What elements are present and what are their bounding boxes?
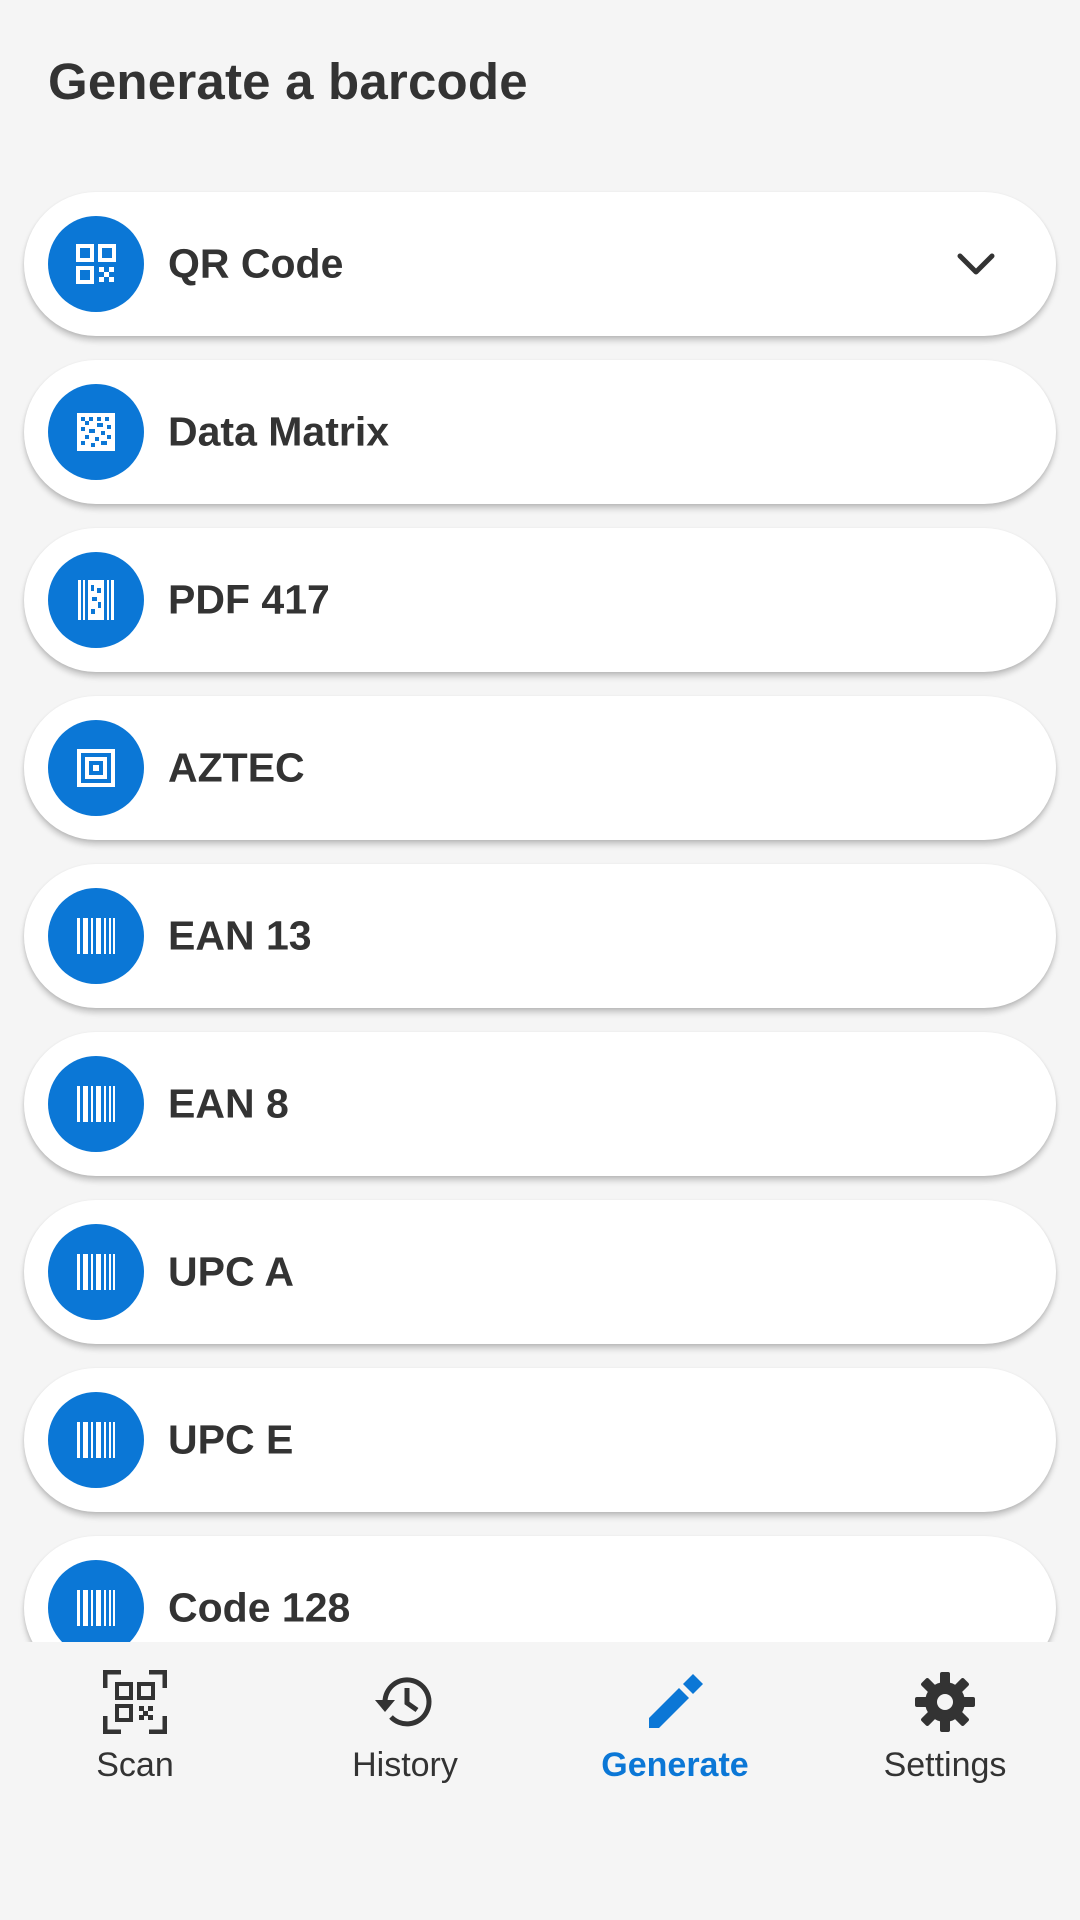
pencil-icon (643, 1670, 707, 1734)
nav-item-scan[interactable]: Scan (0, 1642, 270, 1802)
barcode-type-pdf-417[interactable]: PDF 417 (24, 528, 1056, 672)
chevron-down-icon[interactable] (952, 240, 1000, 288)
qr-code-icon (48, 216, 144, 312)
barcode-type-label: EAN 13 (168, 912, 312, 959)
barcode-type-label: EAN 8 (168, 1080, 289, 1127)
barcode-type-list[interactable]: Generate a barcode QR Code Data Matrix P… (0, 0, 1080, 1642)
barcode-type-label: UPC A (168, 1248, 295, 1295)
nav-item-generate[interactable]: Generate (540, 1642, 810, 1802)
nav-label: Scan (96, 1746, 174, 1784)
barcode-icon (48, 1392, 144, 1488)
nav-item-settings[interactable]: Settings (810, 1642, 1080, 1802)
barcode-type-label: Data Matrix (168, 408, 390, 455)
barcode-type-label: QR Code (168, 240, 344, 287)
nav-label: History (352, 1746, 458, 1784)
pdf417-icon (48, 552, 144, 648)
nav-label: Settings (883, 1746, 1007, 1784)
nav-item-history[interactable]: History (270, 1642, 540, 1802)
barcode-icon (48, 888, 144, 984)
barcode-icon (48, 1560, 144, 1642)
barcode-icon (48, 1224, 144, 1320)
page-title: Generate a barcode (48, 53, 528, 110)
barcode-type-label: Code 128 (168, 1584, 351, 1631)
nav-label: Generate (601, 1746, 749, 1784)
barcode-type-ean-13[interactable]: EAN 13 (24, 864, 1056, 1008)
barcode-type-label: PDF 417 (168, 576, 330, 623)
barcode-type-upc-e[interactable]: UPC E (24, 1368, 1056, 1512)
barcode-type-label: AZTEC (168, 744, 305, 791)
barcode-type-label: UPC E (168, 1416, 294, 1463)
gear-icon (913, 1670, 977, 1734)
barcode-type-qr-code[interactable]: QR Code (24, 192, 1056, 336)
history-icon (373, 1670, 437, 1734)
data-matrix-icon (48, 384, 144, 480)
generate-screen: Generate a barcode QR Code Data Matrix P… (0, 0, 1080, 1920)
barcode-type-upc-a[interactable]: UPC A (24, 1200, 1056, 1344)
bottom-navigation: Scan History Generate Settings (0, 1642, 1080, 1920)
barcode-type-aztec[interactable]: AZTEC (24, 696, 1056, 840)
qr-scan-icon (103, 1670, 167, 1734)
barcode-type-code-128[interactable]: Code 128 (24, 1536, 1056, 1642)
barcode-type-ean-8[interactable]: EAN 8 (24, 1032, 1056, 1176)
aztec-icon (48, 720, 144, 816)
barcode-type-data-matrix[interactable]: Data Matrix (24, 360, 1056, 504)
barcode-icon (48, 1056, 144, 1152)
